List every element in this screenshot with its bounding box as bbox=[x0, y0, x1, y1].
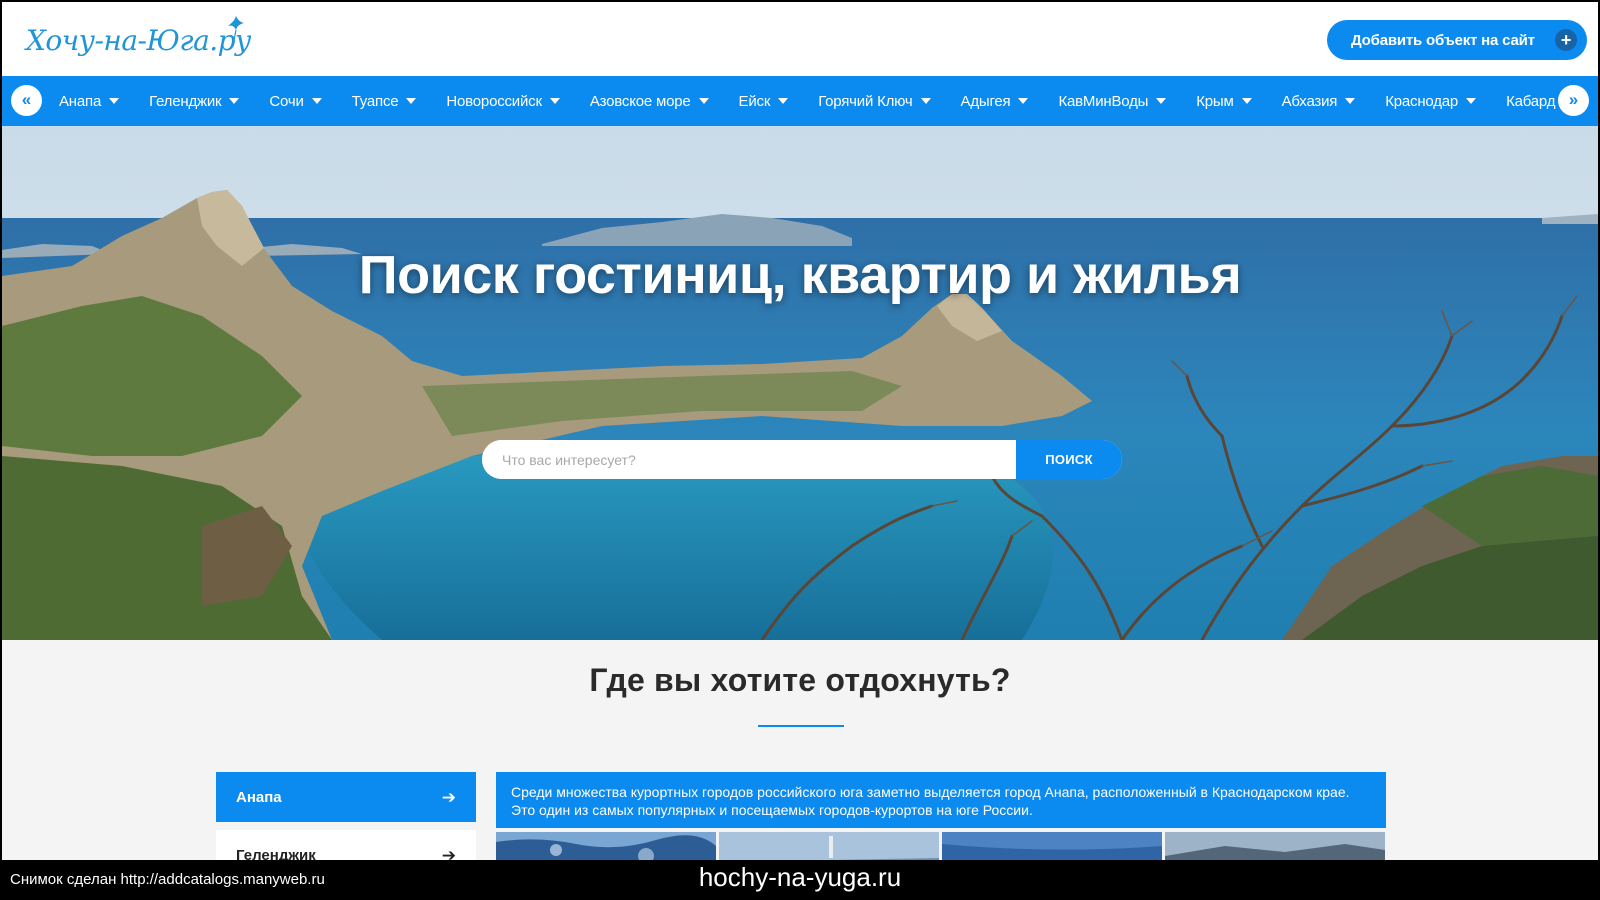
caret-down-icon bbox=[698, 98, 709, 104]
nav-item-label: Краснодар bbox=[1385, 92, 1459, 110]
nav-item-goryachiy-klyuch[interactable]: Горячий Ключ bbox=[803, 93, 945, 110]
caret-down-icon bbox=[920, 98, 931, 104]
nav-item-label: Анапа bbox=[59, 92, 102, 110]
logo-text: Хочу-на-Юга.ру bbox=[26, 23, 251, 57]
caret-down-icon bbox=[1345, 98, 1356, 104]
search-form: ПОИСК bbox=[482, 440, 1122, 479]
nav-item-label: Адыгея bbox=[960, 92, 1011, 110]
capture-domain: hochy-na-yuga.ru bbox=[698, 862, 902, 892]
section-divider bbox=[758, 725, 844, 727]
search-input[interactable] bbox=[482, 440, 1016, 479]
caret-down-icon bbox=[1466, 98, 1477, 104]
nav-item-label: Сочи bbox=[269, 92, 304, 110]
chevron-double-right-icon: » bbox=[1568, 90, 1579, 109]
site-header: Хочу-на-Юга.ру Добавить объект на сайт + bbox=[2, 2, 1598, 76]
nav-item-label: Кабардино-Балкария bbox=[1506, 92, 1556, 110]
nav-item-abkhazia[interactable]: Абхазия bbox=[1267, 93, 1371, 110]
arrow-right-icon: ➔ bbox=[441, 846, 456, 860]
nav-item-label: КавМинВоды bbox=[1058, 92, 1149, 110]
nav-item-anapa[interactable]: Анапа bbox=[44, 93, 134, 110]
nav-item-adygea[interactable]: Адыгея bbox=[946, 93, 1044, 110]
hero-title: Поиск гостиниц, квартир и жилья bbox=[358, 245, 1242, 305]
nav-item-yeysk[interactable]: Ейск bbox=[724, 93, 804, 110]
city-photo[interactable] bbox=[1165, 832, 1385, 860]
caret-down-icon bbox=[311, 98, 322, 104]
caret-down-icon bbox=[406, 98, 417, 104]
nav-items: Анапа Геленджик Сочи Туапсе Новороссийск… bbox=[44, 76, 1556, 126]
hero-landscape-image bbox=[2, 126, 1598, 640]
add-object-button[interactable]: Добавить объект на сайт + bbox=[1327, 20, 1587, 60]
nav-item-kabardino-balkaria[interactable]: Кабардино-Балкария bbox=[1491, 93, 1556, 110]
search-button[interactable]: ПОИСК bbox=[1016, 440, 1122, 479]
nav-item-label: Геленджик bbox=[149, 92, 222, 110]
nav-item-krasnodar[interactable]: Краснодар bbox=[1370, 93, 1491, 110]
city-description: Среди множества курортных городов россий… bbox=[496, 772, 1386, 828]
nav-item-label: Абхазия bbox=[1281, 92, 1338, 110]
site-logo[interactable]: Хочу-на-Юга.ру bbox=[26, 16, 251, 64]
nav-item-label: Ейск bbox=[738, 92, 771, 110]
city-photo-strip bbox=[496, 832, 1386, 860]
swallow-bird-icon bbox=[228, 16, 244, 41]
nav-item-label: Крым bbox=[1196, 92, 1234, 110]
city-item-gelendzhik[interactable]: Геленджик ➔ bbox=[216, 830, 476, 860]
nav-item-kavminvody[interactable]: КавМинВоды bbox=[1043, 93, 1181, 110]
nav-item-label: Новороссийск bbox=[446, 92, 542, 110]
caret-down-icon bbox=[778, 98, 789, 104]
nav-item-gelendzhik[interactable]: Геленджик bbox=[134, 93, 254, 110]
nav-item-label: Туапсе bbox=[351, 92, 399, 110]
caret-down-icon bbox=[1018, 98, 1029, 104]
city-nav-bar: « Анапа Геленджик Сочи Туапсе Новороссий… bbox=[2, 76, 1598, 126]
caret-down-icon bbox=[1241, 98, 1252, 104]
nav-prev-button[interactable]: « bbox=[11, 85, 42, 116]
page: Хочу-на-Юга.ру Добавить объект на сайт +… bbox=[2, 2, 1598, 860]
city-item-label: Анапа bbox=[236, 788, 282, 806]
chevron-double-left-icon: « bbox=[21, 90, 32, 109]
caret-down-icon bbox=[1156, 98, 1167, 104]
plus-icon: + bbox=[1555, 29, 1577, 51]
city-photo[interactable] bbox=[496, 832, 716, 860]
nav-item-sochi[interactable]: Сочи bbox=[254, 93, 336, 110]
capture-footer-bar: Снимок сделан http://addcatalogs.manyweb… bbox=[0, 860, 1600, 900]
city-item-label: Геленджик bbox=[236, 846, 316, 861]
hero-banner: Поиск гостиниц, квартир и жилья ПОИСК bbox=[2, 126, 1598, 640]
caret-down-icon bbox=[109, 98, 120, 104]
city-list: Анапа ➔ Геленджик ➔ bbox=[216, 772, 476, 860]
nav-item-tuapse[interactable]: Туапсе bbox=[337, 93, 432, 110]
city-photo[interactable] bbox=[942, 832, 1162, 860]
add-object-label: Добавить объект на сайт bbox=[1351, 31, 1535, 49]
section-title: Где вы хотите отдохнуть? bbox=[589, 662, 1011, 698]
caret-down-icon bbox=[229, 98, 240, 104]
nav-item-label: Горячий Ключ bbox=[818, 92, 913, 110]
nav-item-crimea[interactable]: Крым bbox=[1181, 93, 1266, 110]
city-item-anapa[interactable]: Анапа ➔ bbox=[216, 772, 476, 822]
nav-item-label: Азовское море bbox=[589, 92, 691, 110]
nav-item-azov-sea[interactable]: Азовское море bbox=[575, 93, 724, 110]
city-photo[interactable] bbox=[719, 832, 939, 860]
nav-item-novorossiysk[interactable]: Новороссийск bbox=[431, 93, 574, 110]
nav-next-button[interactable]: » bbox=[1558, 85, 1589, 116]
arrow-right-icon: ➔ bbox=[441, 788, 456, 807]
caret-down-icon bbox=[549, 98, 560, 104]
